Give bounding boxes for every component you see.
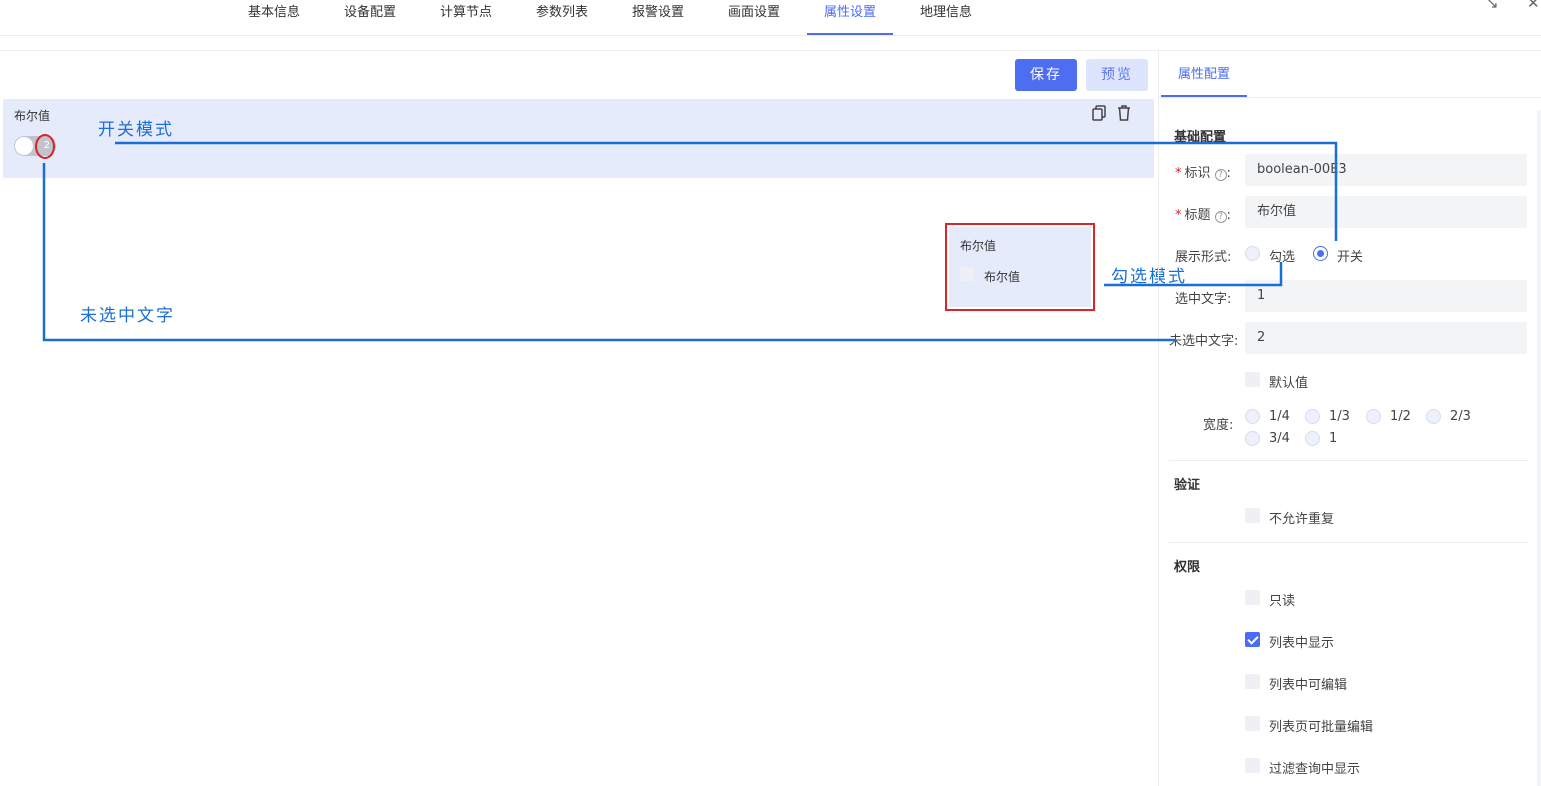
no-repeat-checkbox[interactable] — [1245, 508, 1260, 523]
checked-text-label: 选中文字: — [1175, 292, 1232, 307]
readonly-label: 只读 — [1269, 594, 1296, 609]
width-option-full: 1 — [1329, 431, 1338, 446]
title-label-text: 标题 — [1184, 208, 1211, 223]
switch-knob — [15, 137, 33, 155]
default-value-checkbox[interactable] — [1245, 372, 1260, 387]
panel-tab-divider — [1159, 97, 1541, 98]
property-panel: 属性配置 基础配置 * 标识?: boolean-00E3 * 标题?: 布尔值 展… — [1158, 50, 1541, 786]
tab-property-config[interactable]: 属性配置 — [1161, 50, 1247, 97]
preview-field-label: 布尔值 — [960, 239, 997, 253]
show-in-filter-checkbox[interactable] — [1245, 758, 1260, 773]
preview-button[interactable]: 预览 — [1086, 59, 1148, 91]
width-radio-1-3[interactable] — [1305, 409, 1320, 424]
preview-inner: 布尔值 布尔值 — [949, 227, 1091, 307]
tab-geo-info[interactable]: 地理信息 — [918, 0, 974, 35]
section-divider — [1169, 460, 1529, 461]
section-permission: 权限 — [1174, 560, 1201, 575]
collapse-icon[interactable]: ↘ — [1486, 0, 1499, 12]
preview-checkbox[interactable] — [960, 267, 974, 281]
width-radio-3-4[interactable] — [1245, 431, 1260, 446]
width-radio-1-2[interactable] — [1366, 409, 1381, 424]
help-icon[interactable]: ? — [1214, 169, 1227, 181]
width-option-1-2: 1/2 — [1390, 409, 1411, 424]
width-option-3-4: 3/4 — [1269, 431, 1290, 446]
batch-edit-checkbox[interactable] — [1245, 716, 1260, 731]
tab-screen-settings[interactable]: 画面设置 — [726, 0, 782, 35]
tab-device-config[interactable]: 设备配置 — [342, 0, 398, 35]
tab-param-list[interactable]: 参数列表 — [534, 0, 590, 35]
show-in-list-checkbox[interactable] — [1245, 632, 1260, 647]
boolean-field-card[interactable]: 布尔值 2 — [3, 99, 1154, 178]
width-radio-2-3[interactable] — [1426, 409, 1441, 424]
tab-compute-node[interactable]: 计算节点 — [438, 0, 494, 35]
no-repeat-label: 不允许重复 — [1269, 512, 1335, 527]
delete-icon[interactable] — [1117, 105, 1131, 125]
id-label-text: 标识 — [1184, 166, 1211, 181]
id-label: * 标识?: — [1175, 166, 1231, 181]
section-basic-config: 基础配置 — [1174, 130, 1227, 145]
batch-edit-label: 列表页可批量编辑 — [1269, 720, 1374, 735]
help-icon[interactable]: ? — [1214, 211, 1227, 223]
top-tab-bar: 基本信息 设备配置 计算节点 参数列表 报警设置 画面设置 属性设置 地理信息 — [0, 0, 1541, 36]
width-option-1-4: 1/4 — [1269, 409, 1290, 424]
display-option-checkbox: 勾选 — [1269, 250, 1296, 265]
tab-alarm-settings[interactable]: 报警设置 — [630, 0, 686, 35]
display-radio-checkbox[interactable] — [1245, 246, 1260, 261]
checkbox-mode-preview: 布尔值 布尔值 — [945, 223, 1095, 311]
panel-scrollbar[interactable] — [1537, 110, 1541, 786]
checked-text-input[interactable]: 1 — [1245, 280, 1527, 312]
annotation-unchecked-text: 未选中文字 — [80, 306, 175, 326]
preview-checkbox-text: 布尔值 — [984, 270, 1021, 284]
unchecked-text-input[interactable]: 2 — [1245, 322, 1527, 354]
editable-in-list-checkbox[interactable] — [1245, 674, 1260, 689]
title-label: * 标题?: — [1175, 208, 1231, 223]
default-value-label: 默认值 — [1269, 376, 1309, 391]
width-radio-1-4[interactable] — [1245, 409, 1260, 424]
width-label: 宽度: — [1203, 418, 1234, 433]
title-input[interactable]: 布尔值 — [1245, 196, 1527, 228]
display-mode-label: 展示形式: — [1175, 250, 1232, 265]
show-in-filter-label: 过滤查询中显示 — [1269, 762, 1361, 777]
editable-in-list-label: 列表中可编辑 — [1269, 678, 1348, 693]
close-icon[interactable]: ✕ — [1527, 0, 1540, 12]
field-label: 布尔值 — [14, 109, 51, 123]
width-radio-full[interactable] — [1305, 431, 1320, 446]
highlight-circle — [35, 134, 55, 159]
display-option-switch: 开关 — [1337, 250, 1364, 265]
display-radio-switch[interactable] — [1313, 246, 1328, 261]
id-input[interactable]: boolean-00E3 — [1245, 154, 1527, 186]
readonly-checkbox[interactable] — [1245, 590, 1260, 605]
width-option-2-3: 2/3 — [1450, 409, 1471, 424]
tab-property-settings[interactable]: 属性设置 — [807, 0, 893, 35]
section-validation: 验证 — [1174, 478, 1201, 493]
annotation-switch-mode: 开关模式 — [98, 120, 174, 140]
width-option-1-3: 1/3 — [1329, 409, 1350, 424]
copy-icon[interactable] — [1092, 105, 1106, 125]
unchecked-text-label: 未选中文字: — [1169, 334, 1239, 349]
save-button[interactable]: 保存 — [1015, 59, 1077, 91]
show-in-list-label: 列表中显示 — [1269, 636, 1335, 651]
section-divider — [1169, 542, 1529, 543]
tab-basic-info[interactable]: 基本信息 — [246, 0, 302, 35]
